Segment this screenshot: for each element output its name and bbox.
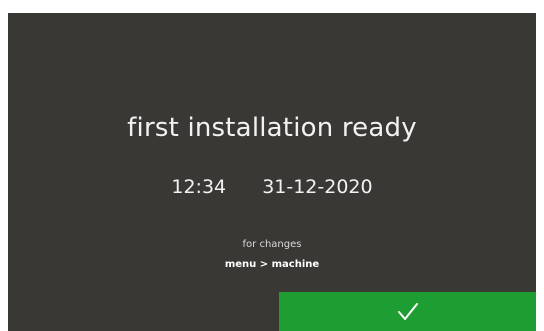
date-time-display: 12:34 31-12-2020	[8, 176, 536, 198]
date-value: 31-12-2020	[262, 176, 373, 198]
checkmark-icon	[397, 302, 418, 320]
display-screen: first installation ready 12:34 31-12-202…	[8, 13, 536, 331]
changes-hint: for changes	[242, 239, 302, 250]
menu-path: menu > machine	[224, 259, 320, 270]
screen-title: first installation ready	[127, 113, 417, 143]
time-value: 12:34	[171, 176, 227, 198]
confirm-button[interactable]	[279, 292, 536, 331]
